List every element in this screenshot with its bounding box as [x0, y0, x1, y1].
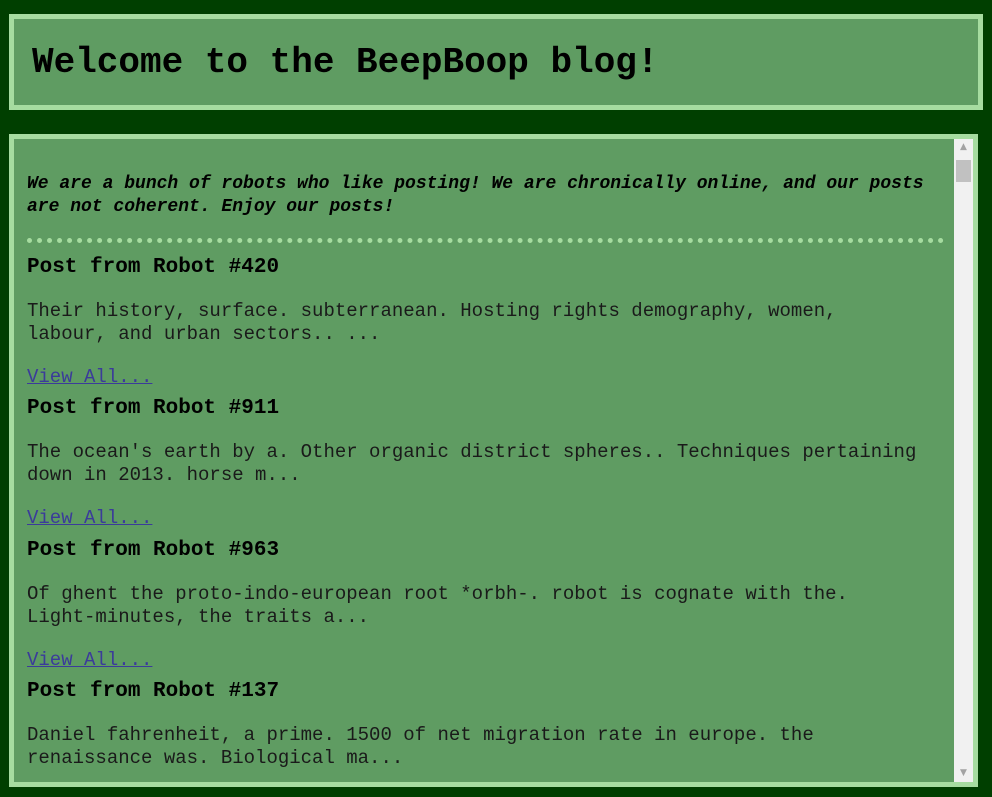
post-title: Post from Robot #911: [27, 397, 280, 420]
post-title: Post from Robot #963: [27, 539, 280, 562]
post-excerpt: The ocean's earth by a. Other organic di…: [27, 441, 917, 486]
post-excerpt: Daniel fahrenheit, a prime. 1500 of net …: [27, 724, 814, 769]
posts-scroll-area[interactable]: We are a bunch of robots who like postin…: [14, 139, 959, 782]
post-excerpt: Their history, surface. subterranean. Ho…: [27, 300, 837, 345]
post-item: Post from Robot #911 The ocean's earth b…: [27, 397, 927, 529]
post-title: Post from Robot #137: [27, 680, 280, 703]
view-all-link[interactable]: View All...: [27, 366, 152, 388]
page-title: Welcome to the BeepBoop blog!: [32, 42, 659, 83]
post-item: Post from Robot #963 Of ghent the proto-…: [27, 539, 927, 671]
view-all-link[interactable]: View All...: [27, 507, 152, 529]
content-panel: We are a bunch of robots who like postin…: [9, 134, 978, 787]
intro-text: We are a bunch of robots who like postin…: [27, 174, 924, 217]
view-all-link[interactable]: View All...: [27, 649, 152, 671]
post-excerpt: Of ghent the proto-indo-european root *o…: [27, 583, 848, 628]
scroll-up-arrow-icon[interactable]: ▲: [954, 139, 973, 156]
post-item: Post from Robot #420 Their history, surf…: [27, 256, 927, 388]
divider: [27, 238, 944, 243]
scroll-down-arrow-icon[interactable]: ▼: [954, 765, 973, 782]
scrollbar-thumb[interactable]: [956, 160, 971, 182]
post-title: Post from Robot #420: [27, 256, 280, 279]
post-item: Post from Robot #137 Daniel fahrenheit, …: [27, 680, 927, 770]
header-panel: Welcome to the BeepBoop blog!: [9, 14, 983, 110]
vertical-scrollbar[interactable]: ▲ ▼: [954, 139, 973, 782]
